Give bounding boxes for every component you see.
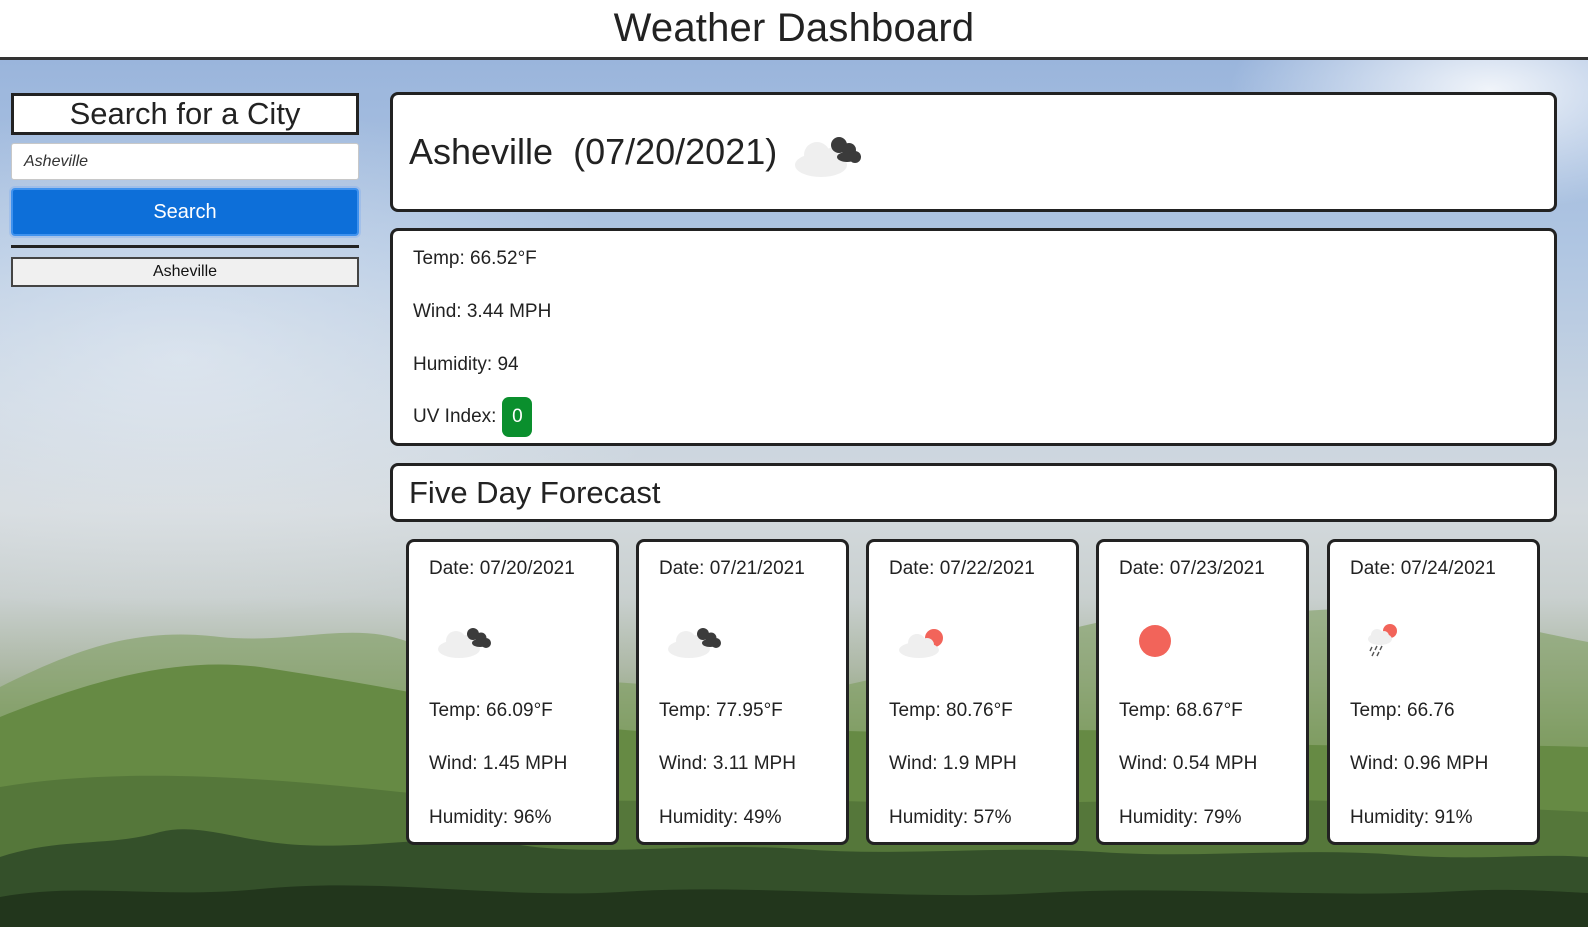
forecast-temp: Temp: 66.09°F xyxy=(429,700,553,721)
forecast-temp: Temp: 66.76 xyxy=(1350,700,1455,721)
forecast-temp: Temp: 68.67°F xyxy=(1119,700,1243,721)
broken-clouds-icon xyxy=(668,628,721,658)
current-city-date: Asheville (07/20/2021) xyxy=(409,131,778,172)
forecast-date: Date: 07/21/2021 xyxy=(659,558,805,579)
forecast-wind: Wind: 0.96 MPH xyxy=(1350,753,1489,774)
history-city-button[interactable]: Asheville xyxy=(11,257,359,287)
forecast-card: Date: 07/21/2021 Temp: 77.95°F Wind: 3.1… xyxy=(636,539,849,845)
forecast-wind: Wind: 3.11 MPH xyxy=(659,753,796,774)
few-clouds-icon xyxy=(899,629,943,658)
forecast-card: Date: 07/22/2021 Temp: 80.76°F Wind: 1.9… xyxy=(866,539,1079,845)
page-title: Weather Dashboard xyxy=(613,6,975,50)
forecast-wind: Wind: 1.45 MPH xyxy=(429,753,568,774)
broken-clouds-icon xyxy=(438,628,491,658)
forecast-heading: Five Day Forecast xyxy=(409,474,661,510)
forecast-humidity: Humidity: 96% xyxy=(429,807,552,828)
forecast-date: Date: 07/24/2021 xyxy=(1350,558,1496,579)
forecast-card: Date: 07/23/2021 Temp: 68.67°F Wind: 0.5… xyxy=(1096,539,1309,845)
search-sidebar: Search for a City Asheville Search Ashev… xyxy=(11,93,359,287)
forecast-card: Date: 07/24/2021 Temp: 66.76 Wind: 0.96 … xyxy=(1327,539,1540,845)
uv-label: UV Index: xyxy=(413,406,497,427)
current-temp: Temp: 66.52°F xyxy=(413,248,537,269)
forecast-card: Date: 07/20/2021 Temp: 66.09°F Wind: 1.4… xyxy=(406,539,619,845)
uv-index-badge: 0 xyxy=(502,397,533,437)
sidebar-divider xyxy=(11,245,359,248)
current-uv-row: UV Index: 0 xyxy=(413,397,533,437)
search-heading: Search for a City xyxy=(11,93,359,135)
forecast-humidity: Humidity: 57% xyxy=(889,807,1012,828)
forecast-temp: Temp: 77.95°F xyxy=(659,700,783,721)
search-button[interactable]: Search xyxy=(11,188,359,236)
broken-clouds-icon xyxy=(795,137,862,177)
current-weather-header-panel: Asheville (07/20/2021) xyxy=(390,92,1557,212)
forecast-temp: Temp: 80.76°F xyxy=(889,700,1013,721)
rain-sun-icon xyxy=(1368,624,1397,657)
current-humidity: Humidity: 94 xyxy=(413,354,519,375)
forecast-wind: Wind: 0.54 MPH xyxy=(1119,753,1258,774)
current-weather-details-panel: Temp: 66.52°F Wind: 3.44 MPH Humidity: 9… xyxy=(390,228,1557,446)
forecast-date: Date: 07/20/2021 xyxy=(429,558,575,579)
forecast-header-panel: Five Day Forecast xyxy=(390,463,1557,522)
forecast-humidity: Humidity: 79% xyxy=(1119,807,1242,828)
current-wind: Wind: 3.44 MPH xyxy=(413,301,552,322)
app-header: Weather Dashboard xyxy=(0,0,1588,60)
forecast-date: Date: 07/23/2021 xyxy=(1119,558,1265,579)
forecast-humidity: Humidity: 91% xyxy=(1350,807,1473,828)
forecast-humidity: Humidity: 49% xyxy=(659,807,782,828)
forecast-wind: Wind: 1.9 MPH xyxy=(889,753,1017,774)
city-search-input[interactable]: Asheville xyxy=(11,143,359,180)
forecast-date: Date: 07/22/2021 xyxy=(889,558,1035,579)
clear-sun-icon xyxy=(1139,625,1171,657)
